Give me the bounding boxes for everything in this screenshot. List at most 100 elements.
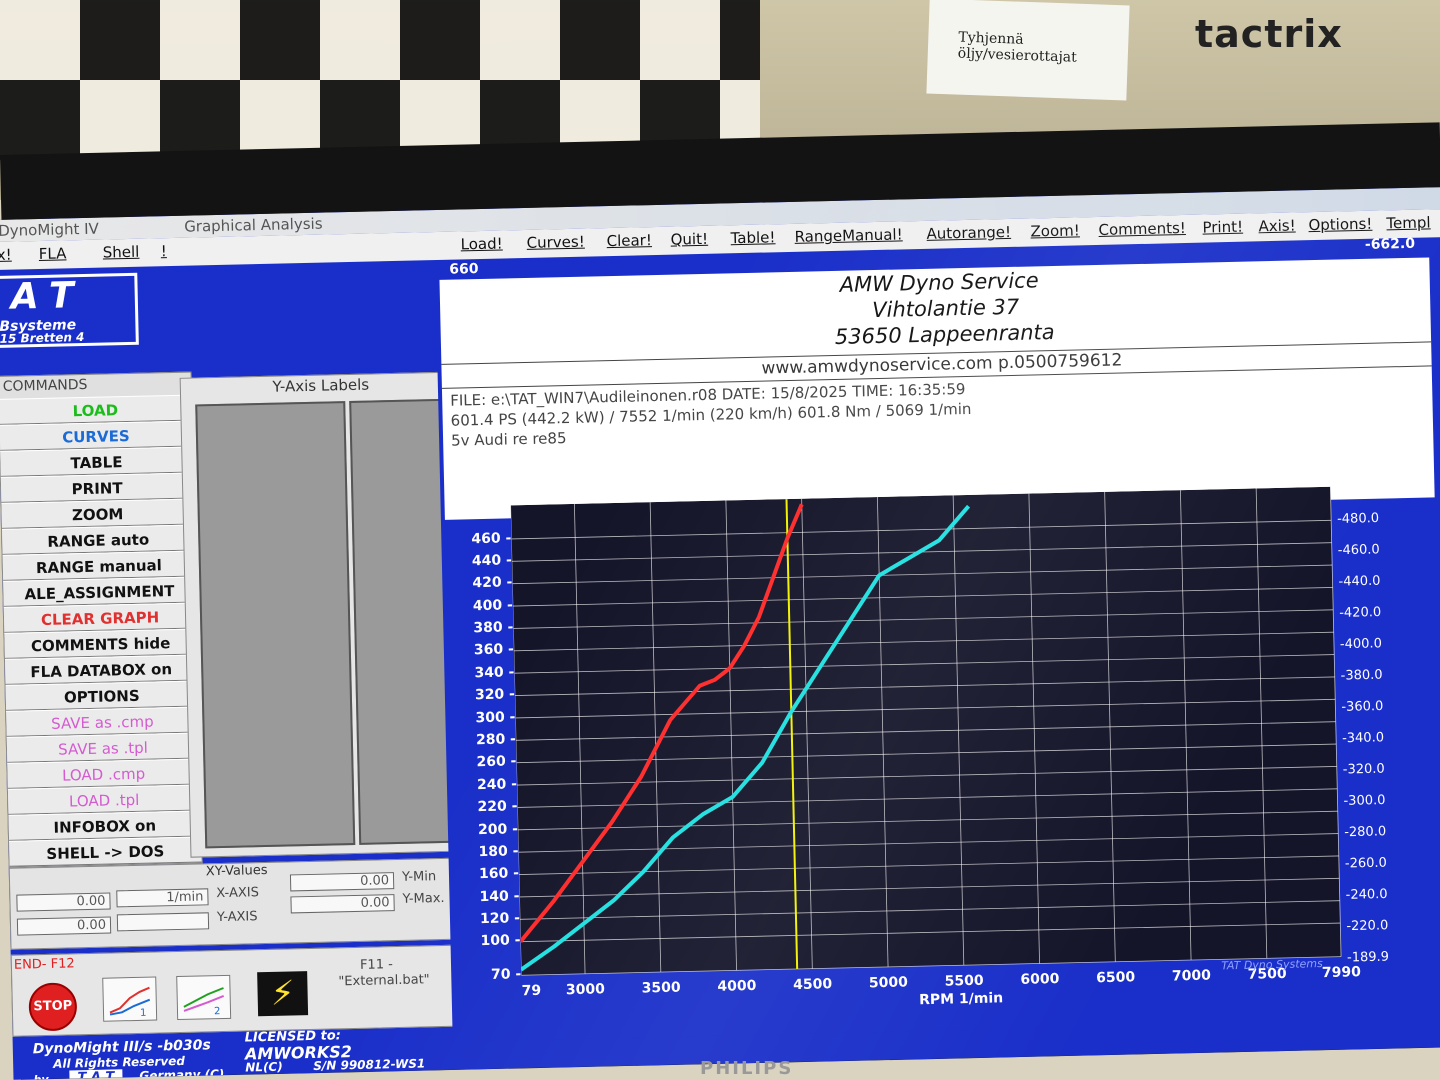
left-tick-label: 460 - <box>471 529 512 547</box>
external-bat-label: "External.bat" <box>338 972 430 990</box>
left-tick-label: 140 - <box>479 887 520 905</box>
menu-print[interactable]: Print! <box>1202 218 1243 237</box>
tat-watermark: TAT Dyno Systems <box>1221 957 1323 972</box>
left-tick-label: 220 - <box>477 798 518 816</box>
commands-panel: COMMANDS LOAD CURVES TABLE PRINT ZOOM RA… <box>0 371 203 868</box>
menu-clear[interactable]: Clear! <box>606 231 652 250</box>
menu-autorange[interactable]: Autorange! <box>926 223 1011 243</box>
left-tick-label: 200 - <box>477 820 519 838</box>
x-unit-field[interactable]: 1/min <box>116 888 209 908</box>
menu-quit[interactable]: Quit! <box>670 230 708 249</box>
dyno-chart[interactable]: 2579 3000 3500 4000 4500 5000 5500 6000 6500 7000… <box>510 485 1413 1025</box>
left-tick-label: 340 - <box>474 664 515 682</box>
y-axis-labels-title: Y-Axis Labels <box>272 375 370 396</box>
y-axis-label: Y-AXIS <box>216 909 258 926</box>
menu-bang[interactable]: ! <box>161 242 167 260</box>
left-tick-label: 160 - <box>478 865 520 883</box>
menu-fla[interactable]: FLA <box>39 244 67 263</box>
menu-table[interactable]: Table! <box>730 228 775 247</box>
left-tick-label: 260 - <box>476 753 517 771</box>
license-info: DynoMight III/s -b030s All Rights Reserv… <box>13 1028 494 1080</box>
right-tick-label: -320.0 <box>1343 762 1385 778</box>
menu-options[interactable]: Options! <box>1308 215 1372 234</box>
y-axis-labels-panel: Y-Axis Labels <box>179 371 473 858</box>
menu-range-manual[interactable]: RangeManual! <box>794 225 902 245</box>
left-tick-label: 240 - <box>476 776 518 793</box>
menu-axis[interactable]: Axis! <box>1258 216 1296 235</box>
x-tick-label: 7990 <box>1322 964 1362 981</box>
left-tick-label: 440 - <box>471 552 513 570</box>
wall-sign: Tyhjennä öljy/vesierottajat <box>926 0 1130 101</box>
right-tick-label: -360.0 <box>1341 699 1383 715</box>
y-axis-list-left[interactable] <box>195 401 356 849</box>
checkered-banner <box>0 0 760 160</box>
x-tick-label: 6500 <box>1096 969 1136 986</box>
right-tick-label: -380.0 <box>1341 668 1383 684</box>
info-box: AMW Dyno Service Vihtolantie 37 53650 La… <box>439 257 1435 520</box>
x-tick-label: 5000 <box>869 974 909 991</box>
x-value-field[interactable]: 0.00 <box>16 892 111 912</box>
menu-curves[interactable]: Curves! <box>526 233 584 252</box>
left-tick-label: 120 - <box>479 910 521 928</box>
xy-values-title: XY-Values <box>205 862 268 880</box>
curve-icon-2[interactable]: 2 <box>176 974 232 1021</box>
cmd-shell-dos[interactable]: SHELL -> DOS <box>9 836 202 867</box>
ymin-field[interactable]: 0.00 <box>289 872 395 892</box>
right-tick-label: -220.0 <box>1346 918 1388 934</box>
right-tick-label: -400.0 <box>1340 636 1382 652</box>
comment-line: 5v Audi re re85 <box>450 429 567 450</box>
left-top-label: 660 <box>449 261 479 278</box>
y-value-field-2[interactable] <box>116 912 210 932</box>
left-tick-label: 420 - <box>472 574 513 592</box>
menu-load[interactable]: Load! <box>460 234 502 253</box>
icon2-number: 2 <box>214 1006 221 1017</box>
curve-icon-1[interactable]: 1 <box>102 976 158 1022</box>
y-value-field[interactable]: 0.00 <box>16 916 112 936</box>
end-f12-label: END- F12 <box>13 956 75 973</box>
company-city: 53650 Lappeenranta <box>834 319 1055 349</box>
stop-button[interactable]: STOP <box>28 982 78 1032</box>
menu-shell[interactable]: Shell <box>103 243 140 262</box>
compare-chart-icon: 2 <box>183 987 225 1017</box>
tactrix-logo: tactrix <box>1195 12 1343 56</box>
x-tick-label: 4000 <box>717 978 757 995</box>
x-tick-label: 4500 <box>793 976 833 993</box>
nl-label: NL(C) <box>245 1059 283 1075</box>
app-title: DynoMight IV <box>0 219 100 240</box>
right-tick-label: -460.0 <box>1338 542 1380 558</box>
right-tick-label: -420.0 <box>1339 605 1381 621</box>
menu-x[interactable]: x! <box>0 246 12 264</box>
right-tick-label: -480.0 <box>1337 511 1379 527</box>
left-tick-label: 360 - <box>473 641 515 659</box>
menu-templ[interactable]: Templ <box>1386 213 1431 232</box>
left-tick-label: 280 - <box>475 731 517 749</box>
graph-area: 660 -662.0 AMW Dyno Service Vihtolantie … <box>435 236 1440 1042</box>
curve-chart-icon: 1 <box>109 986 151 1019</box>
logo-line2: 15 Bretten 4 <box>0 329 85 346</box>
x-axis-label: X-AXIS <box>216 885 260 902</box>
right-tick-label: -500.0 <box>1336 485 1378 495</box>
x-tick-label: 3500 <box>642 980 682 997</box>
f11-label: F11 - <box>359 957 394 973</box>
logo-letters: AT <box>10 274 89 318</box>
left-tick-label: 400 - <box>472 597 514 614</box>
x-tick-label: 5500 <box>945 973 985 990</box>
company-name: AMW Dyno Service <box>839 268 1039 297</box>
icon1-number: 1 <box>140 1008 147 1019</box>
lightning-icon[interactable]: ⚡ <box>257 971 309 1017</box>
monitor-screen: DynoMight IV Graphical Analysis x! FLA S… <box>0 187 1440 1080</box>
x-tick-label: 7000 <box>1172 968 1212 985</box>
country-label: Germany (C) <box>139 1066 225 1080</box>
left-tick-label: 320 - <box>474 686 516 704</box>
ymax-label: Y-Max. <box>402 890 445 907</box>
menu-comments[interactable]: Comments! <box>1098 219 1186 239</box>
ymax-field[interactable]: 0.00 <box>290 894 395 914</box>
right-tick-label: -260.0 <box>1345 856 1387 872</box>
left-tick-label: 180 - <box>478 843 519 861</box>
tat-logo: AT Bsysteme 15 Bretten 4 <box>0 272 139 348</box>
serial-label: S/N 990812-WS1 <box>313 1056 426 1073</box>
left-tick-label: 70 - <box>490 966 522 983</box>
right-tick-label: -300.0 <box>1343 793 1385 809</box>
right-tick-label: -280.0 <box>1344 824 1386 840</box>
menu-zoom[interactable]: Zoom! <box>1030 221 1080 240</box>
